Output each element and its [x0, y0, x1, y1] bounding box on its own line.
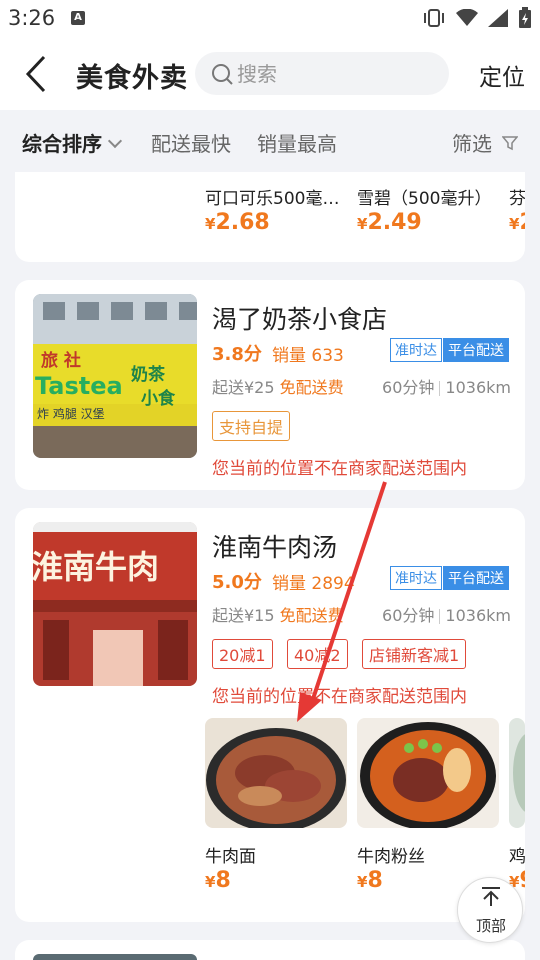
svg-text:Tastea: Tastea	[35, 372, 123, 400]
back-button[interactable]	[20, 54, 54, 94]
status-bar: 3:26 A	[0, 0, 540, 36]
shop-image: 淮南牛肉	[33, 522, 197, 686]
svg-text:炸 鸡腿 汉堡: 炸 鸡腿 汉堡	[37, 406, 105, 421]
shop-rating: 3.8分	[212, 344, 262, 365]
dish-image	[509, 718, 525, 828]
ontime-badge: 准时达	[390, 338, 442, 362]
dish-name: 牛肉粉丝	[357, 847, 425, 867]
platform-delivery-badge: 平台配送	[443, 566, 509, 590]
battery-icon	[519, 7, 531, 28]
shop-name: 淮南牛肉汤	[212, 533, 338, 562]
dish-photo-icon	[509, 718, 525, 828]
dish-price: ¥2.49	[357, 210, 422, 235]
svg-text:旅 社: 旅 社	[41, 350, 81, 371]
back-to-top-label: 顶部	[475, 917, 506, 935]
status-time: 3:26	[8, 6, 56, 30]
sort-fastest[interactable]: 配送最快	[151, 128, 231, 157]
notification-icon: A	[71, 11, 85, 25]
search-box[interactable]	[195, 52, 449, 95]
chevron-left-icon	[25, 55, 46, 93]
dish-item[interactable]: 鸡 ¥9	[509, 718, 525, 893]
filter-label: 筛选	[452, 132, 492, 156]
search-icon	[212, 64, 233, 85]
sort-comprehensive-label: 综合排序	[22, 132, 102, 156]
chevron-down-icon	[107, 133, 123, 149]
dish-image	[357, 718, 499, 828]
filter-button[interactable]: 筛选	[452, 128, 519, 157]
wifi-icon	[456, 9, 478, 26]
min-order: 起送¥15 免配送费	[212, 606, 344, 625]
svg-text:奶茶: 奶茶	[131, 364, 166, 385]
pickup-tag: 支持自提	[212, 411, 291, 441]
promo-tag: 店铺新客减1	[362, 639, 467, 669]
sort-bar: 综合排序 配送最快 销量最高 筛选	[0, 112, 540, 172]
dish-name: 鸡	[509, 847, 525, 867]
locate-button[interactable]: 定位	[479, 58, 525, 92]
dish-name: 可口可乐500毫…	[205, 189, 340, 209]
dish-item[interactable]: 牛肉粉丝 ¥8	[357, 718, 499, 893]
ontime-badge: 准时达	[390, 566, 442, 590]
delivery-range-notice: 您当前的位置不在商家配送范围内	[212, 687, 467, 707]
shop-photo-icon: 淮南牛肉	[33, 522, 197, 686]
vibrate-icon	[424, 9, 444, 27]
promo-tag: 40减2	[287, 639, 348, 669]
search-input[interactable]	[237, 52, 437, 95]
shop-image	[33, 954, 197, 960]
signal-icon	[488, 9, 508, 27]
dish-name: 芬	[509, 189, 525, 209]
shop-sales: 销量 2894	[272, 574, 355, 594]
dish-price: ¥2	[509, 210, 525, 235]
shop-image: 旅 社 Tastea 奶茶 小食 炸 鸡腿 汉堡	[33, 294, 197, 458]
filter-icon	[501, 136, 519, 151]
sort-comprehensive[interactable]: 综合排序	[22, 128, 123, 157]
time-distance: 60分钟 1036km	[382, 378, 511, 397]
promo-tag: 20减1	[212, 639, 273, 669]
platform-delivery-badge: 平台配送	[443, 338, 509, 362]
time-distance: 60分钟 1036km	[382, 606, 511, 625]
shop-photo-icon: 旅 社 Tastea 奶茶 小食 炸 鸡腿 汉堡	[33, 294, 197, 458]
page-title: 美食外卖	[76, 63, 188, 94]
back-to-top-button[interactable]: 顶部	[457, 877, 523, 943]
shop-card[interactable]: 旅 社 Tastea 奶茶 小食 炸 鸡腿 汉堡 渴了奶茶小食店 3.8分 销量…	[15, 280, 525, 490]
arrow-up-icon	[482, 887, 500, 906]
dish-name: 牛肉面	[205, 847, 256, 867]
shop-card-partial[interactable]	[15, 940, 525, 960]
shop-name: 渴了奶茶小食店	[212, 305, 388, 334]
delivery-range-notice: 您当前的位置不在商家配送范围内	[212, 459, 467, 479]
dish-price: ¥8	[357, 868, 383, 893]
shop-sales: 销量 633	[272, 346, 344, 366]
sort-top-sales[interactable]: 销量最高	[257, 128, 337, 157]
shop-card[interactable]: 淮南牛肉 淮南牛肉汤 5.0分 销量 2894 准时达 平台配送 起送¥15 免…	[15, 508, 525, 922]
svg-text:淮南牛肉: 淮南牛肉	[33, 548, 159, 586]
dish-image	[205, 718, 347, 828]
app-header: 美食外卖 定位	[0, 36, 540, 110]
svg-text:小食: 小食	[141, 388, 176, 409]
shop-rating: 5.0分	[212, 572, 262, 593]
dish-price: ¥2.68	[205, 210, 270, 235]
dish-item[interactable]: 牛肉面 ¥8	[205, 718, 347, 893]
dish-name: 雪碧（500毫升）	[357, 189, 492, 209]
dish-price: ¥8	[205, 868, 231, 893]
beef-vermicelli-photo-icon	[357, 718, 499, 828]
min-order: 起送¥25 免配送费	[212, 378, 344, 397]
status-icons	[422, 6, 532, 30]
beef-noodle-photo-icon	[205, 718, 347, 828]
shop-card-partial[interactable]: 可口可乐500毫… ¥2.68 雪碧（500毫升） ¥2.49 芬 ¥2	[15, 172, 525, 262]
